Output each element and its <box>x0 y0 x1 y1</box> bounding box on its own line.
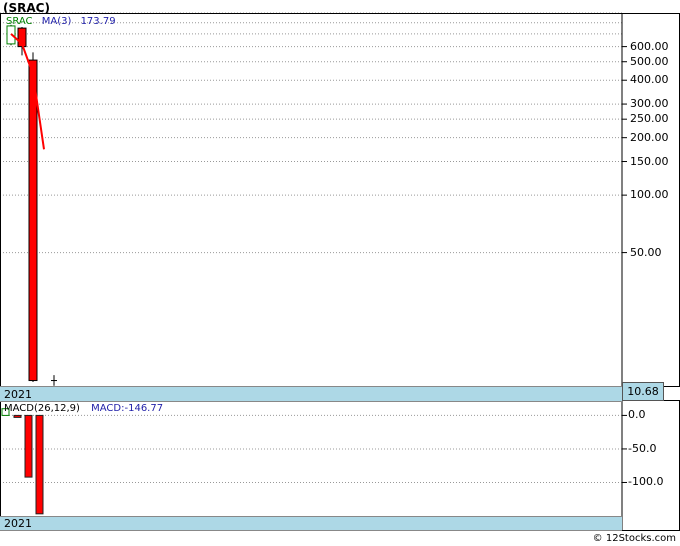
macd-legend-label: MACD(26,12,9) <box>4 403 80 414</box>
macd-year-label: 2021 <box>4 517 32 530</box>
price-y-tick-label: 600.00 <box>630 39 669 53</box>
stock-chart-canvas <box>0 12 680 531</box>
ma-series-line <box>10 33 45 150</box>
macd-date-band <box>0 516 622 531</box>
macd-bar <box>13 414 22 418</box>
macd-bars <box>1 408 44 515</box>
price-candles <box>6 24 57 386</box>
macd-bar <box>24 414 33 478</box>
price-y-tick-label: 250.00 <box>630 112 669 126</box>
macd-grid <box>0 414 627 483</box>
panel-frames <box>0 13 680 531</box>
macd-panel-frame <box>0 400 680 531</box>
legend-ma-value: 173.79 <box>80 16 116 27</box>
price-candle-body <box>28 59 38 382</box>
copyright: © 12Stocks.com <box>592 533 676 544</box>
price-y-tick-label: 300.00 <box>630 97 669 111</box>
macd-y-tick-label: 0.0 <box>628 408 646 422</box>
price-legend: SRAC MA(3) 173.79 <box>6 16 116 27</box>
price-year-label: 2021 <box>4 388 32 401</box>
price-grid <box>0 12 627 254</box>
legend-ma-label: MA(3) <box>41 16 72 27</box>
last-price-label: 10.68 <box>622 382 664 401</box>
price-y-tick-label: 50.00 <box>630 245 662 259</box>
macd-legend: MACD(26,12,9) MACD:-146.77 <box>4 403 163 414</box>
macd-y-tick-label: -50.0 <box>628 441 657 455</box>
legend-symbol: SRAC <box>6 16 33 27</box>
price-y-tick-label: 500.00 <box>630 54 669 68</box>
price-date-band <box>0 386 622 402</box>
price-ma-line <box>10 33 45 150</box>
price-y-tick-label: 200.00 <box>630 130 669 144</box>
macd-y-tick-label: -100.0 <box>628 475 664 489</box>
macd-bar <box>35 414 44 515</box>
price-y-tick-label: 150.00 <box>630 154 669 168</box>
price-y-tick-label: 100.00 <box>630 188 669 202</box>
macd-legend-value: MACD:-146.77 <box>91 403 164 414</box>
price-panel-frame <box>0 13 680 387</box>
price-y-tick-label: 400.00 <box>630 73 669 87</box>
